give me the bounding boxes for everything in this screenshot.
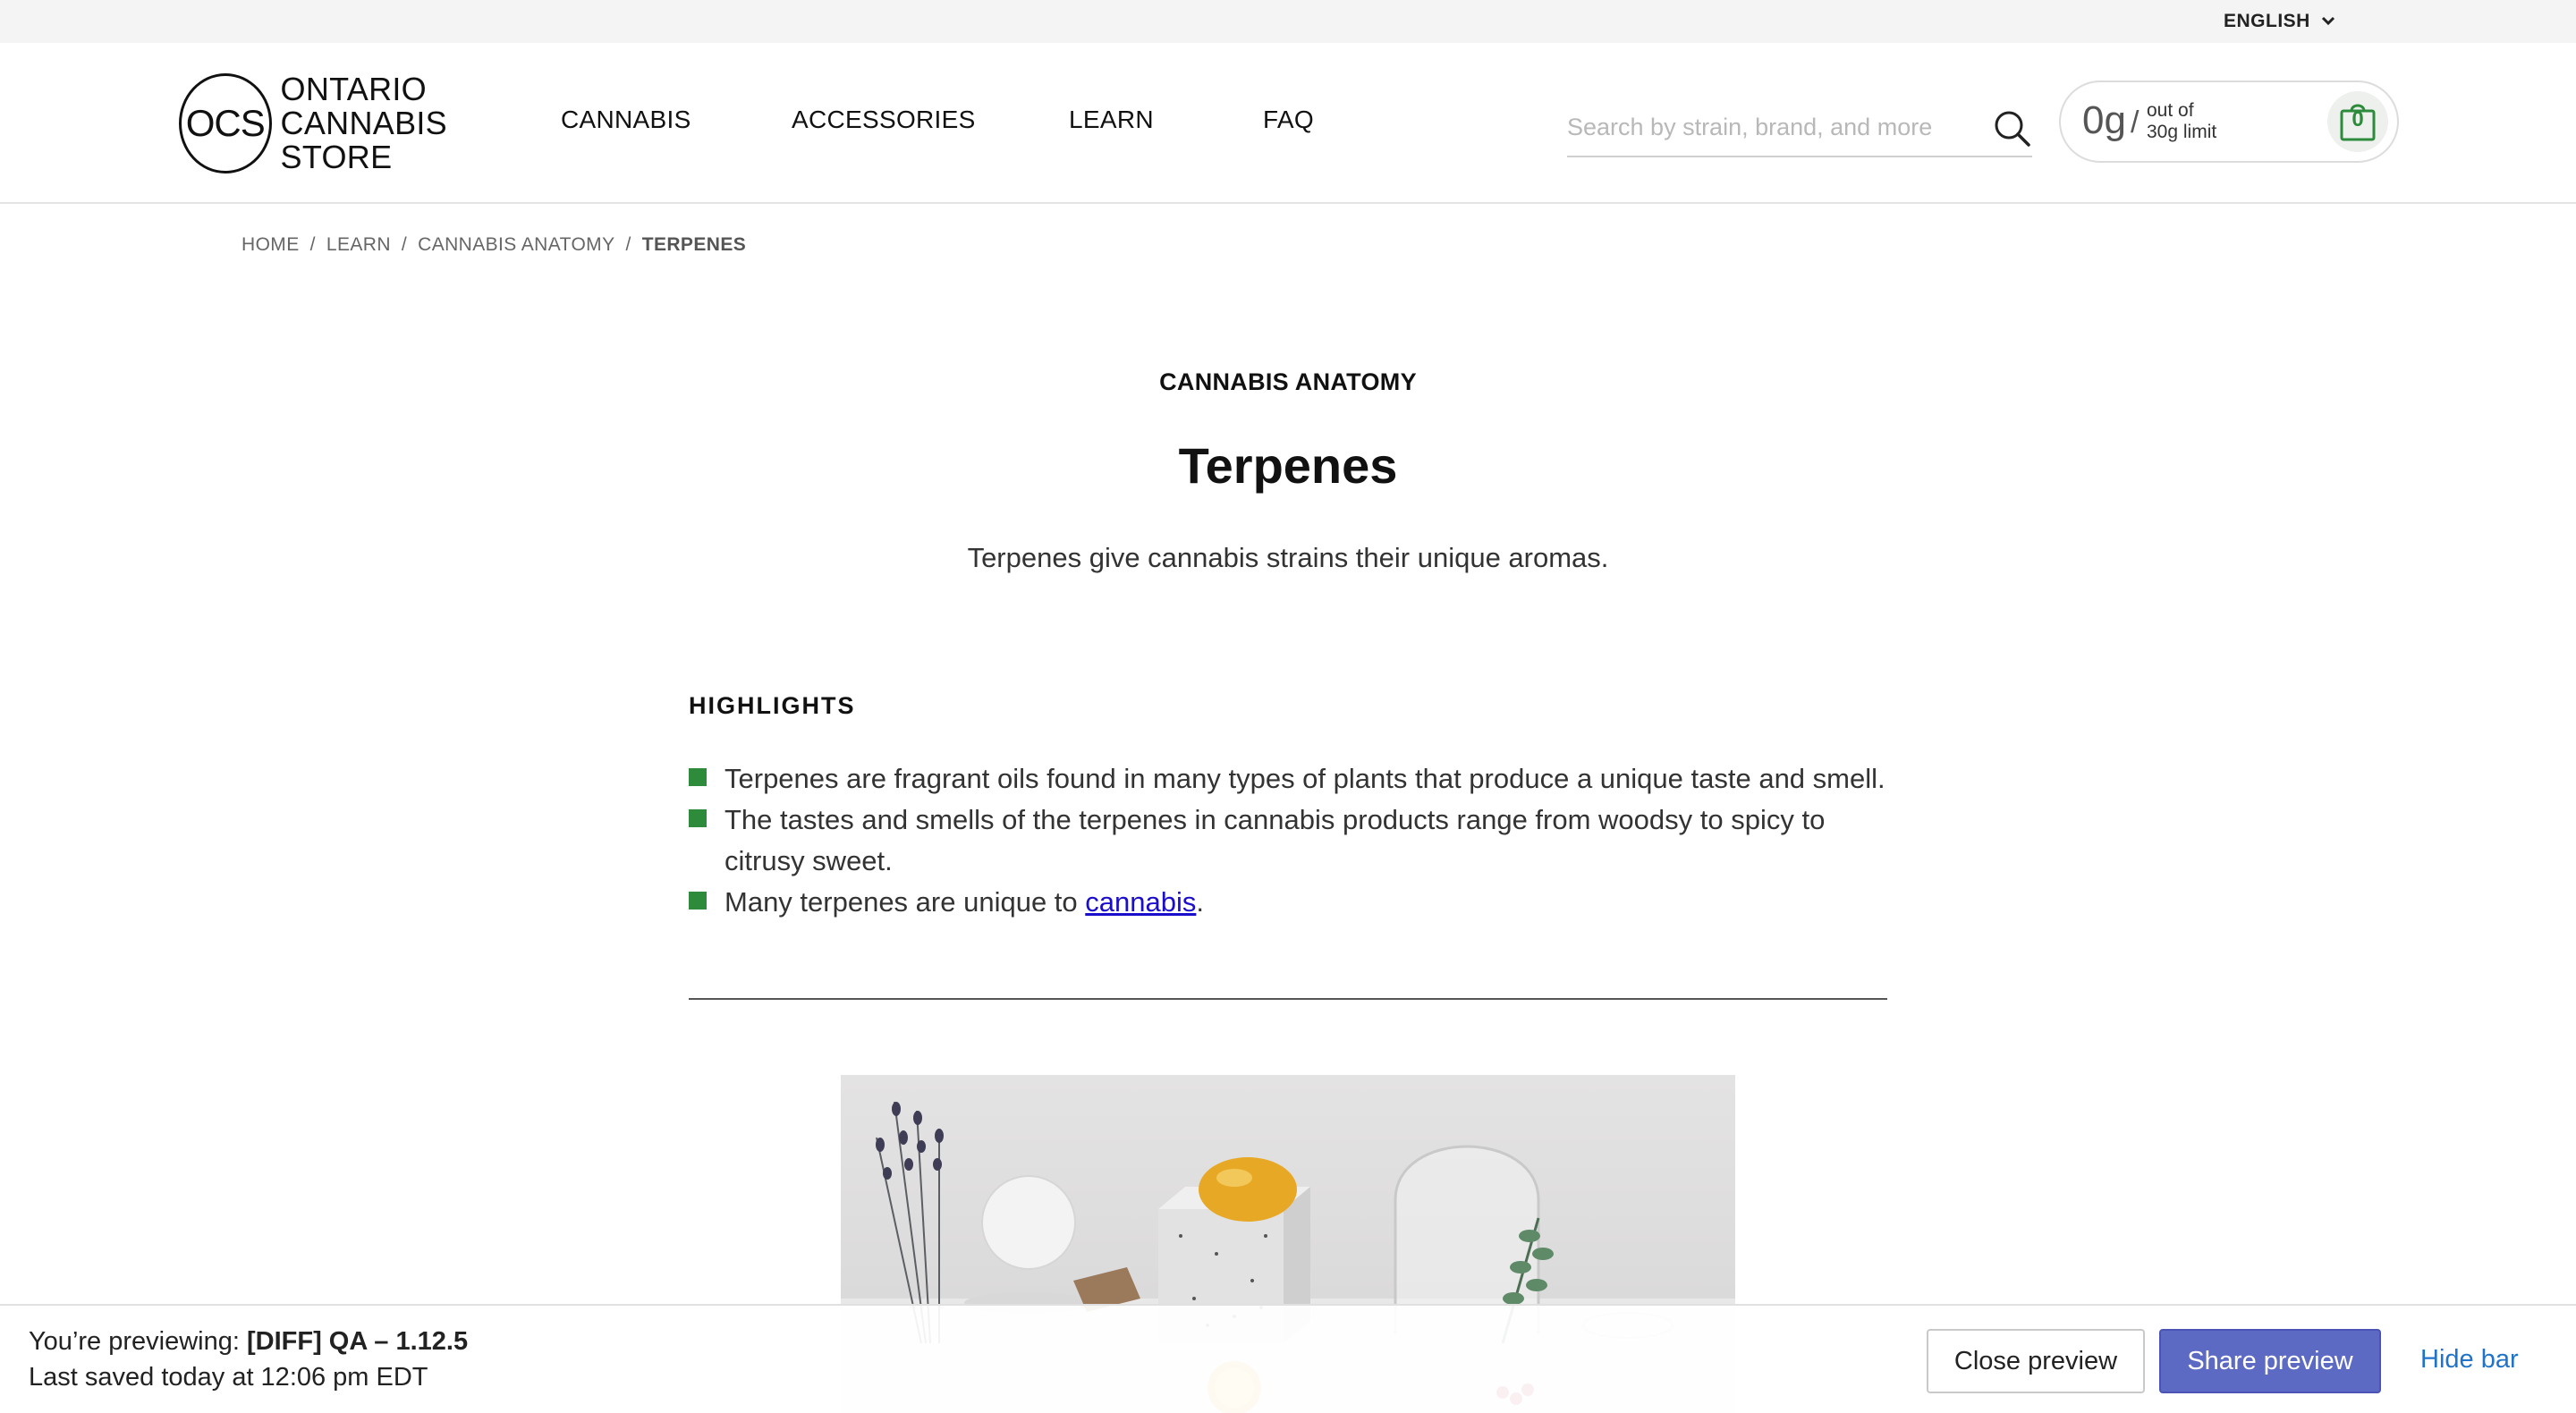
purchase-limit-widget[interactable]: 0g / out of 30g limit 0 xyxy=(2059,80,2399,163)
nav-learn[interactable]: LEARN xyxy=(1069,106,1154,134)
nav-faq[interactable]: FAQ xyxy=(1263,106,1314,134)
nav-cannabis[interactable]: CANNABIS xyxy=(561,106,691,134)
cart-button[interactable]: 0 xyxy=(2327,91,2388,152)
utility-bar: ENGLISH xyxy=(0,0,2576,43)
search-bar xyxy=(1567,98,2032,157)
article-category: CANNABIS ANATOMY xyxy=(1159,368,1417,395)
highlight-text-end: . xyxy=(1196,886,1204,918)
highlight-text: Many terpenes are unique to xyxy=(724,886,1086,918)
hide-bar-link[interactable]: Hide bar xyxy=(2420,1345,2519,1375)
logo-word-1: ONTARIO xyxy=(280,71,427,107)
language-label: ENGLISH xyxy=(2224,11,2310,31)
section-divider xyxy=(689,998,1887,1000)
cart-count: 0 xyxy=(2351,107,2364,131)
theme-preview-bar: You’re previewing: [DIFF] QA – 1.12.5 La… xyxy=(0,1304,2576,1413)
highlights-heading: HIGHLIGHTS xyxy=(689,692,856,719)
highlights-list: Terpenes are fragrant oils found in many… xyxy=(689,758,1887,923)
bullet-square xyxy=(689,809,707,827)
search-icon xyxy=(1995,111,2030,147)
breadcrumb-home[interactable]: HOME xyxy=(242,234,300,256)
bullet-square xyxy=(689,768,707,786)
list-item: The tastes and smells of the terpenes in… xyxy=(689,800,1887,882)
breadcrumb: HOME / LEARN / CANNABIS ANATOMY / TERPEN… xyxy=(242,234,746,256)
share-preview-button[interactable]: Share preview xyxy=(2159,1329,2381,1393)
limit-line-2: 30g limit xyxy=(2147,122,2217,142)
nav-accessories[interactable]: ACCESSORIES xyxy=(792,106,976,134)
limit-text: out of 30g limit xyxy=(2147,100,2216,143)
site-header: OCS ONTARIO CANNABIS STORE CANNABIS ACCE… xyxy=(0,43,2576,204)
preview-label: You’re previewing: xyxy=(29,1327,240,1356)
search-button[interactable] xyxy=(1993,109,2032,148)
page-title: Terpenes xyxy=(1178,437,1398,494)
bullet-square xyxy=(689,892,707,910)
chevron-down-icon xyxy=(2321,16,2334,26)
search-input[interactable] xyxy=(1567,109,1979,145)
preview-info: You’re previewing: [DIFF] QA – 1.12.5 xyxy=(29,1327,468,1357)
highlight-text: Terpenes are fragrant oils found in many… xyxy=(724,763,1885,794)
breadcrumb-separator: / xyxy=(625,234,631,255)
page-subtitle: Terpenes give cannabis strains their uni… xyxy=(967,542,1609,573)
highlight-text: The tastes and smells of the terpenes in… xyxy=(724,804,1826,876)
breadcrumb-cannabis-anatomy[interactable]: CANNABIS ANATOMY xyxy=(418,234,614,256)
cannabis-link[interactable]: cannabis xyxy=(1085,886,1196,918)
limit-slash: / xyxy=(2131,106,2140,140)
breadcrumb-separator: / xyxy=(401,234,408,255)
preview-theme-name: [DIFF] QA – 1.12.5 xyxy=(246,1327,469,1356)
close-preview-button[interactable]: Close preview xyxy=(1927,1329,2145,1393)
list-item: Terpenes are fragrant oils found in many… xyxy=(689,758,1887,800)
breadcrumb-current: TERPENES xyxy=(641,234,747,255)
logo-word-3: STORE xyxy=(280,139,393,175)
language-selector[interactable]: ENGLISH xyxy=(2224,9,2335,34)
limit-amount: 0g xyxy=(2082,98,2126,142)
preview-saved-status: Last saved today at 12:06 pm EDT xyxy=(29,1363,428,1392)
list-item: Many terpenes are unique to cannabis. xyxy=(689,882,1887,923)
breadcrumb-learn[interactable]: LEARN xyxy=(326,234,391,256)
limit-line-1: out of xyxy=(2147,100,2194,121)
breadcrumb-separator: / xyxy=(309,234,316,255)
